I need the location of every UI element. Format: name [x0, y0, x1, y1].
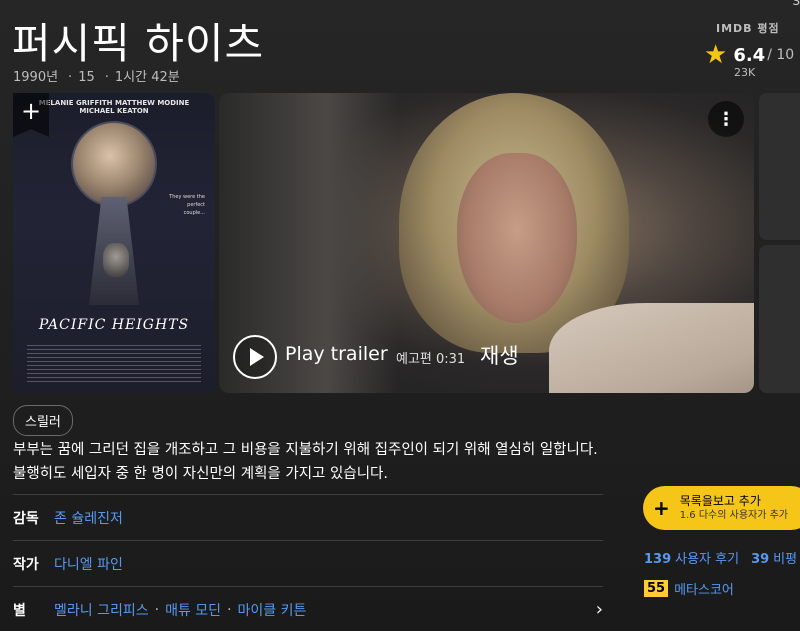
media-tile-videos[interactable]: [759, 93, 800, 240]
rating-score: 6.4: [733, 44, 766, 66]
credit-row-writer: 작가 다니엘 파인: [13, 540, 603, 586]
poster-image[interactable]: MELANIE GRIFFITH MATTHEW MODINE MICHAEL …: [13, 93, 215, 393]
director-link[interactable]: 존 슐레진저: [54, 508, 123, 528]
watchlist-count: 1.6 다수의 사용자가 추가: [679, 510, 789, 521]
star-link-1[interactable]: 멜라니 그리피스: [54, 600, 149, 620]
more-options-button[interactable]: ⋮: [708, 101, 744, 137]
play-trailer-button[interactable]: [233, 335, 277, 379]
page-title: 퍼시픽 하이츠: [12, 19, 265, 68]
imdb-rating[interactable]: IMDB 평점 ★ 6.4 / 10 23K: [704, 20, 794, 79]
genre-chip[interactable]: 스릴러: [13, 405, 73, 436]
trailer-play-text[interactable]: 재생: [480, 340, 519, 370]
clipped-header-text: S: [792, 0, 800, 8]
poster-title: PACIFIC HEIGHTS: [38, 317, 190, 333]
media-tile-photos[interactable]: [759, 245, 800, 393]
user-reviews-link[interactable]: 139 사용자 후기: [644, 548, 739, 567]
poster-keyhole-art: [71, 121, 157, 207]
release-year[interactable]: 1990년: [13, 70, 58, 85]
reviews-summary: 139 사용자 후기 39 비평: [644, 548, 800, 567]
poster-credits-block: [27, 345, 201, 385]
credit-row-stars[interactable]: 별 멜라니 그리피스 · 매튜 모딘 · 마이클 키튼 ›: [13, 586, 603, 631]
star-link-2[interactable]: 매튜 모딘: [165, 600, 221, 620]
rating-out-of: / 10: [767, 47, 795, 63]
credit-row-director: 감독 존 슐레진저: [13, 494, 603, 540]
certificate[interactable]: 15: [78, 70, 95, 85]
critic-reviews-link[interactable]: 39 비평: [751, 548, 797, 567]
trailer-duration: 예고편 0:31: [396, 352, 466, 367]
plus-icon: +: [653, 496, 670, 520]
star-link-3[interactable]: 마이클 키튼: [238, 600, 307, 620]
kebab-menu-icon: ⋮: [717, 108, 735, 130]
add-to-watchlist-button[interactable]: + 목록을보고 추가 1.6 다수의 사용자가 추가: [643, 486, 800, 530]
play-trailer-label[interactable]: Play trailer: [285, 343, 388, 365]
metascore-label: 메타스코어: [674, 583, 734, 598]
runtime: 1시간 42분: [114, 70, 180, 85]
metascore-link[interactable]: 55 메타스코어: [644, 579, 734, 598]
writer-link[interactable]: 다니엘 파인: [54, 554, 123, 574]
metascore-badge: 55: [644, 580, 669, 597]
plot-summary: 부부는 꿈에 그리던 집을 개조하고 그 비용을 지불하기 위해 집주인이 되기…: [13, 442, 598, 482]
watchlist-label: 목록을보고 추가: [679, 494, 761, 508]
credits-list: 감독 존 슐레진저 작가 다니엘 파인 별 멜라니 그리피스 · 매튜 모딘 ·…: [13, 494, 603, 631]
writer-label: 작가: [13, 556, 39, 573]
chevron-right-icon[interactable]: ›: [596, 599, 603, 620]
poster-face-art: [103, 243, 129, 277]
stars-label: 별: [13, 602, 26, 619]
rating-votes: 23K: [734, 66, 756, 79]
play-icon: [250, 348, 264, 366]
rating-label: IMDB 평점: [716, 22, 780, 35]
star-icon: ★: [704, 40, 728, 70]
poster-tagline: They were the perfect couple...: [169, 194, 205, 216]
director-label: 감독: [13, 510, 39, 527]
title-meta: 1990년 · 15 · 1시간 42분: [13, 70, 180, 85]
